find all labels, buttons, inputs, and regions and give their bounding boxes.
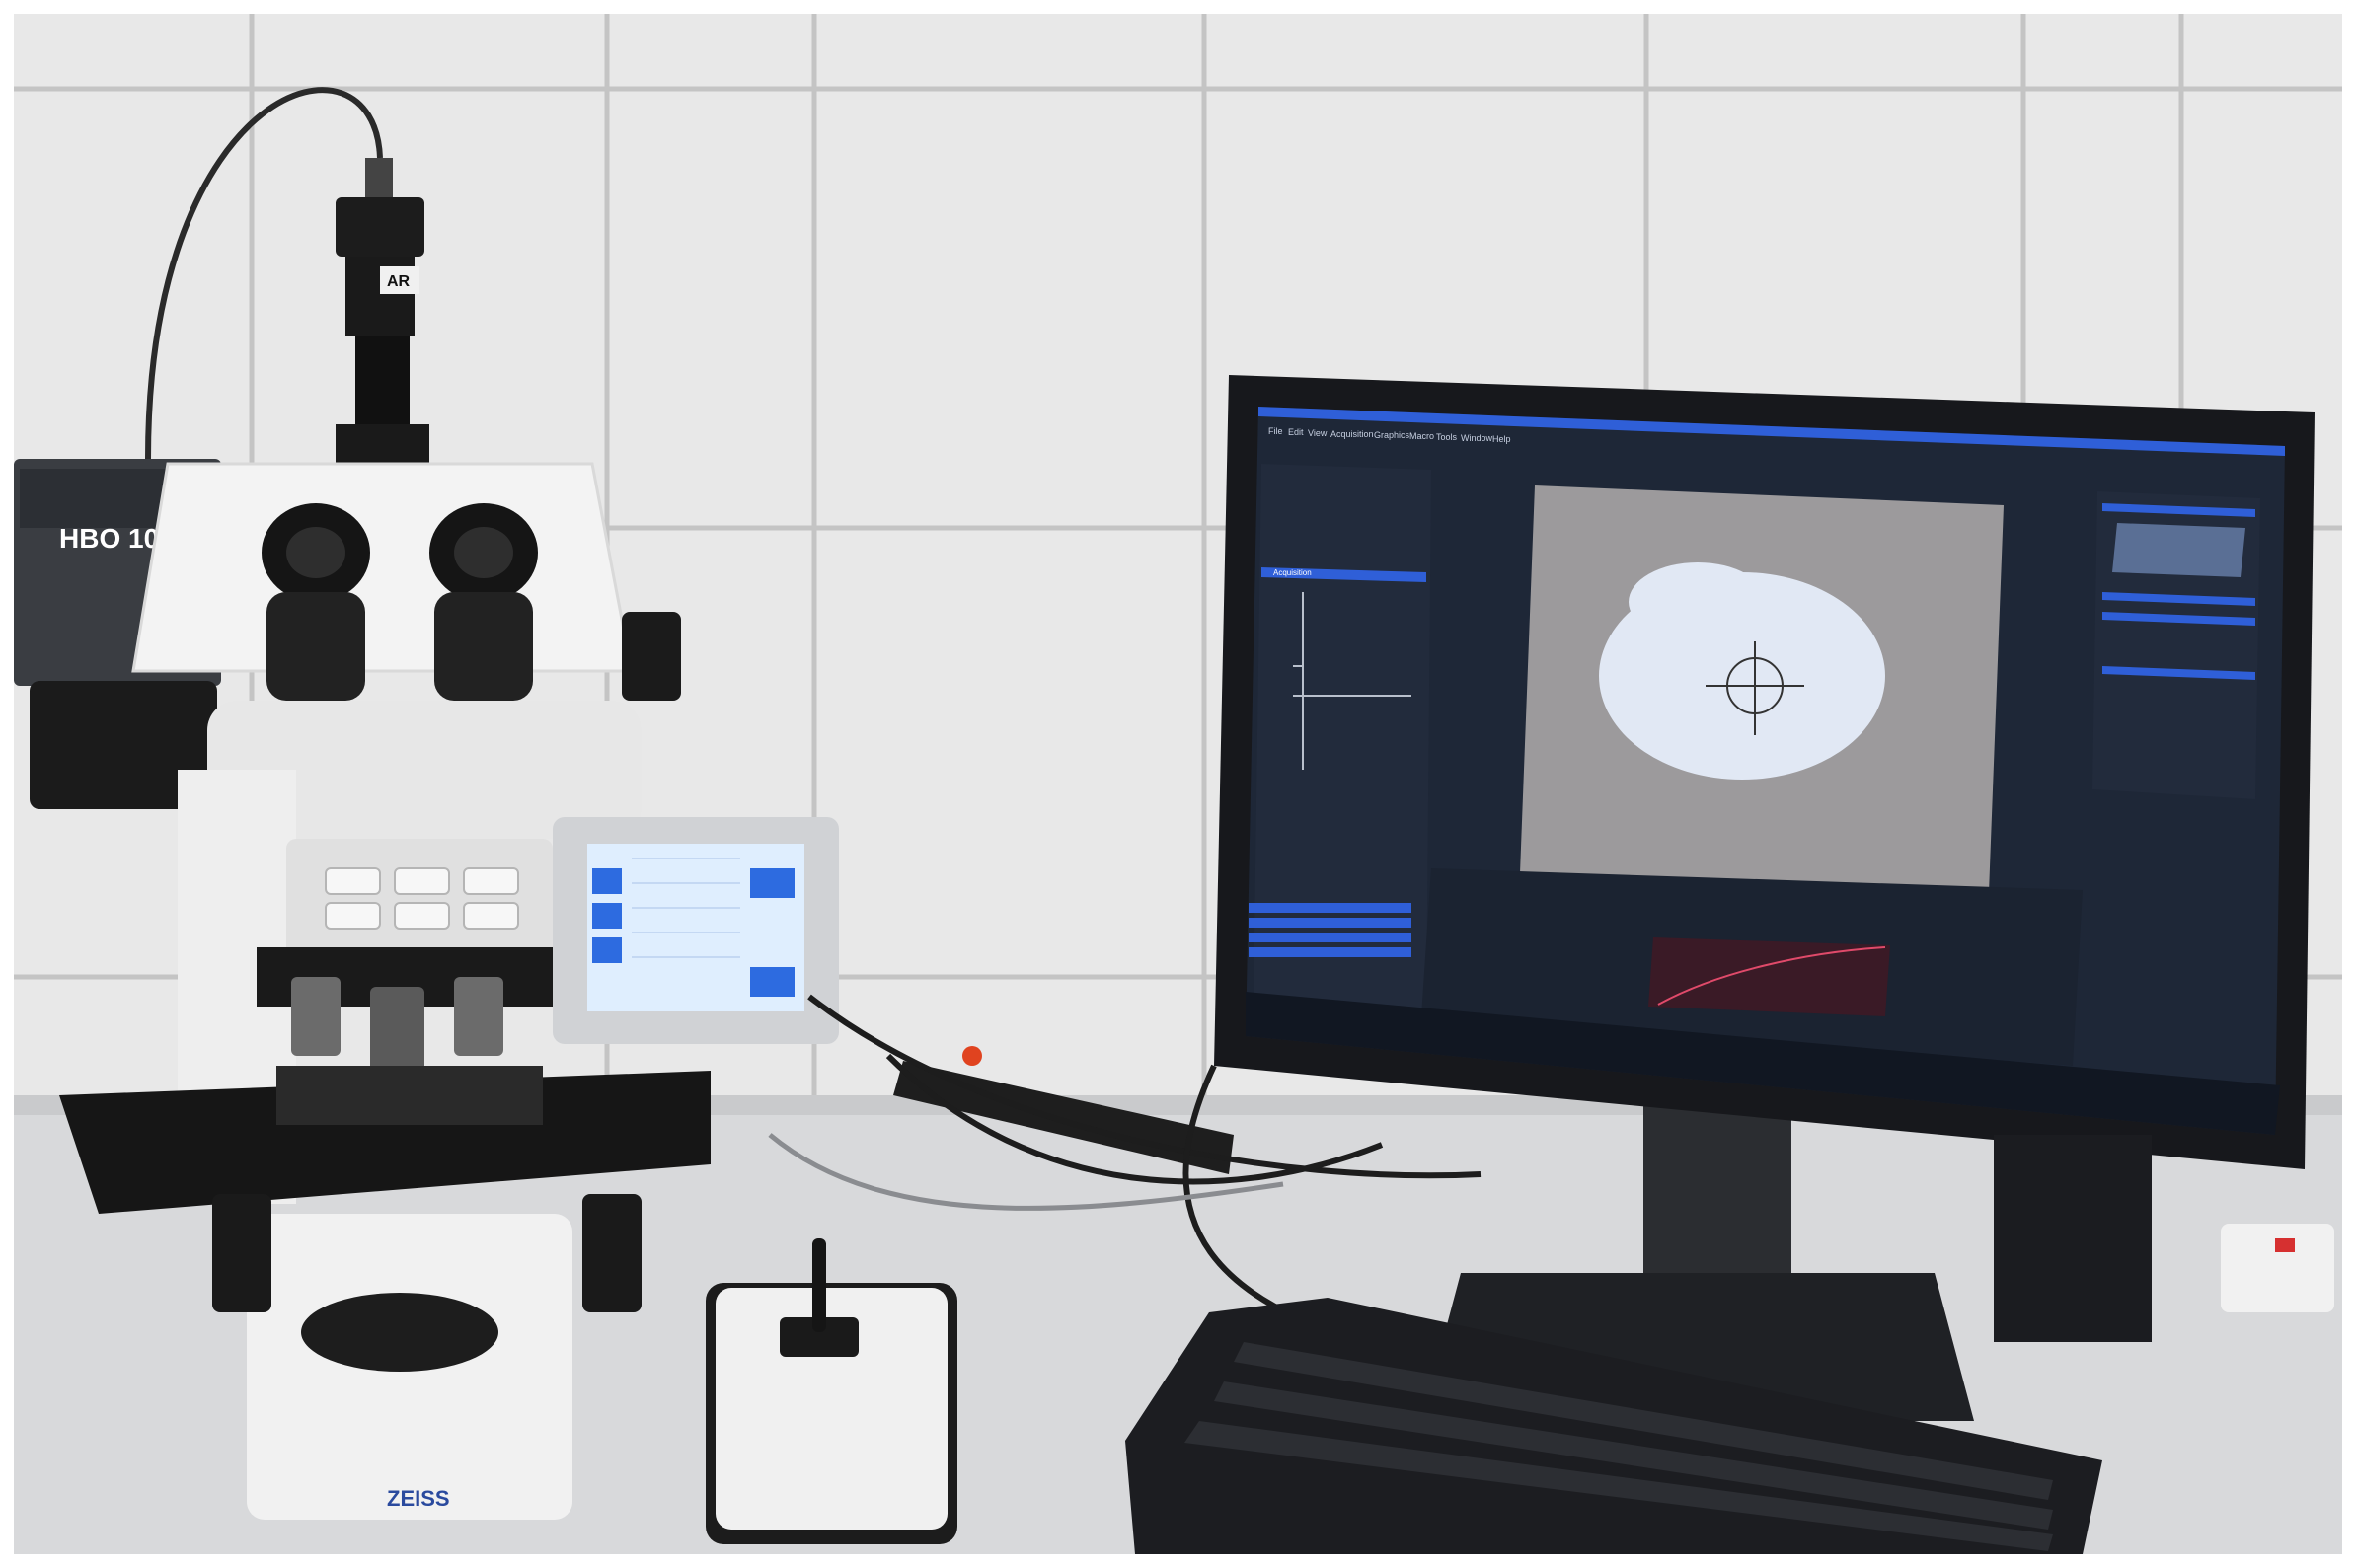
touch-button[interactable] [750,967,795,997]
stage-joystick[interactable] [706,1238,957,1544]
touch-button[interactable] [592,937,622,963]
touch-button[interactable] [750,868,795,898]
menu-item[interactable]: Window [1461,433,1493,443]
zeiss-brand-label: ZEISS [387,1486,450,1511]
menu-item[interactable]: Graphics [1374,430,1410,440]
menu-item[interactable]: Edit [1288,427,1304,437]
menu-item[interactable]: Macro [1409,431,1434,441]
menu-item[interactable]: View [1308,428,1328,438]
menu-item[interactable]: Help [1492,434,1511,444]
touch-button[interactable] [592,903,622,929]
left-panel-title: Acquisition [1273,568,1312,577]
touch-button[interactable] [592,868,622,894]
camera-label: AR [387,273,411,290]
touchscreen-controller [553,817,839,1044]
menu-item[interactable]: Tools [1436,432,1458,442]
menu-item[interactable]: Acquisition [1330,429,1374,439]
menu-item[interactable]: File [1268,426,1283,436]
lab-microscope-photo: HBO 100 AR ZEISS File Edit View Acquisit… [0,0,2356,1568]
thumbnail-preview [2112,523,2245,577]
